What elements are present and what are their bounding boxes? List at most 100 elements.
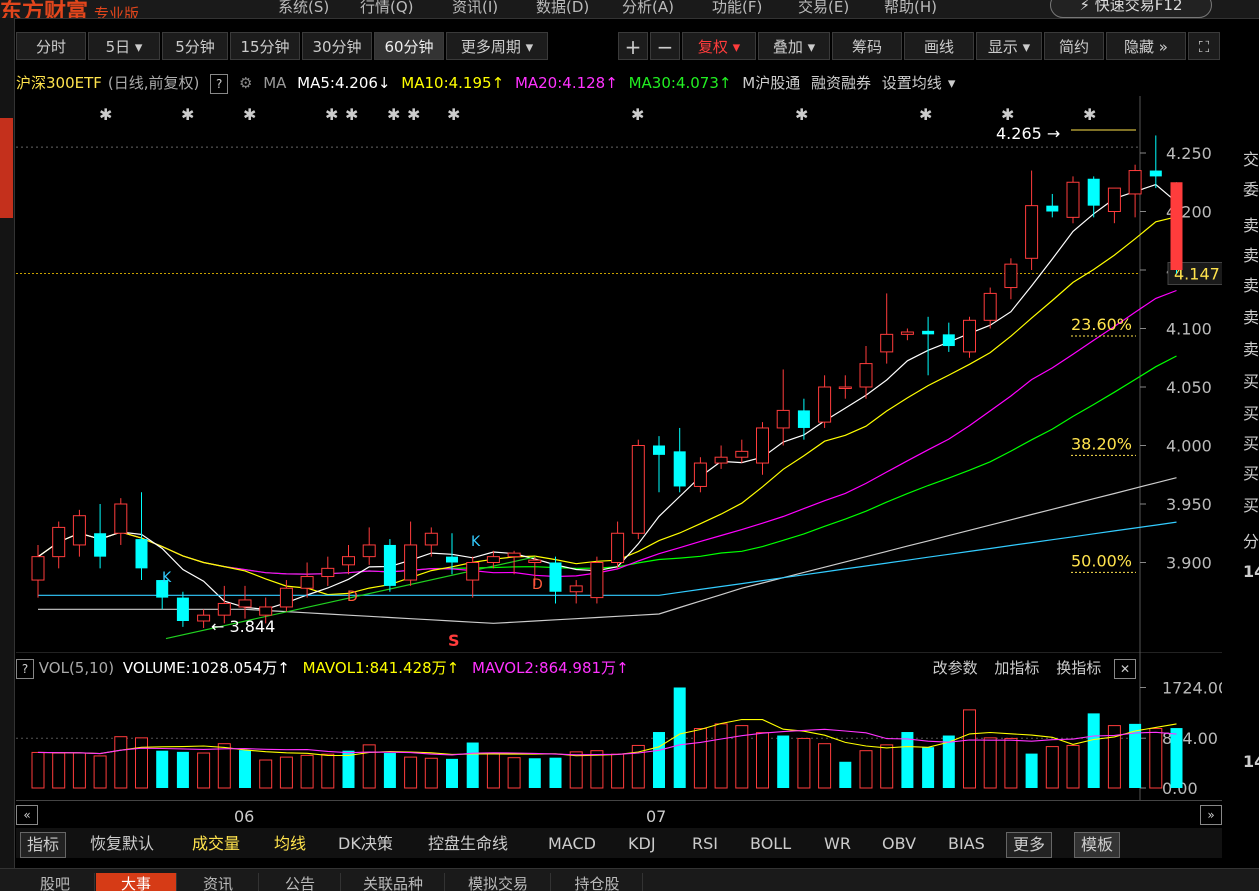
period-60min-button[interactable]: 60分钟 <box>374 32 444 60</box>
change-params-button[interactable]: 改参数 <box>933 659 978 677</box>
tab-news[interactable]: 资讯 <box>178 873 259 891</box>
event-star-icon: ✱ <box>325 105 338 124</box>
menu-analysis[interactable]: 分析(A) <box>622 0 674 17</box>
candle-body <box>735 450 749 458</box>
tab-rsi[interactable]: RSI <box>692 832 718 856</box>
volume-bar <box>156 750 169 788</box>
volume-bar <box>569 751 583 789</box>
ma30-value: MA30:4.073 <box>628 74 719 92</box>
minus-icon: − <box>656 35 674 59</box>
simple-mode-button[interactable]: 简约 <box>1044 32 1104 60</box>
chip-distribution-button[interactable]: 筹码 <box>832 32 902 60</box>
ma30-arrow-icon: ↑ <box>718 74 732 92</box>
set-ma-button[interactable]: 设置均线 <box>882 74 942 92</box>
period-intraday-button[interactable]: 分时 <box>16 32 86 60</box>
event-star-icon: ✱ <box>387 105 400 124</box>
overlay-button[interactable]: 叠加 ▾ <box>758 32 830 60</box>
volume-bar <box>983 737 997 789</box>
security-name: 沪深300ETF <box>16 74 102 92</box>
price-tick-label: 4.050 <box>1166 378 1212 397</box>
period-5day-button[interactable]: 5日 ▾ <box>88 32 160 60</box>
tab-macd[interactable]: MACD <box>548 832 596 856</box>
tab-related[interactable]: 关联品种 <box>342 873 445 891</box>
tab-more[interactable]: 更多 <box>1006 832 1053 858</box>
panel-sell-label: 卖 <box>1243 276 1259 295</box>
menu-quotes[interactable]: 行情(Q) <box>360 0 414 17</box>
zoom-out-button[interactable]: − <box>650 32 680 60</box>
panel-sell-label: 卖 <box>1243 246 1259 265</box>
tab-events[interactable]: 大事 <box>96 873 177 891</box>
scroll-left-button[interactable]: « <box>16 805 38 825</box>
draw-line-button[interactable]: 画线 <box>904 32 974 60</box>
tab-template[interactable]: 模板 <box>1074 832 1121 858</box>
tab-sim-trade[interactable]: 模拟交易 <box>446 873 551 891</box>
more-periods-button[interactable]: 更多周期 ▾ <box>446 32 548 60</box>
candle-body <box>94 533 107 557</box>
margin-trading-link[interactable]: 融资融券 <box>811 74 871 92</box>
period-5min-button[interactable]: 5分钟 <box>162 32 228 60</box>
volume-bar <box>611 753 625 789</box>
plus-icon: + <box>624 35 642 59</box>
candle-body <box>631 445 645 534</box>
add-indicator-button[interactable]: 加指标 <box>994 659 1039 677</box>
panel-label: 委 <box>1243 180 1259 199</box>
quick-trade-button[interactable]: ⚡ 快速交易F12 <box>1050 0 1212 18</box>
menu-help[interactable]: 帮助(H) <box>884 0 937 17</box>
fullscreen-button[interactable]: ⛶ <box>1188 32 1220 60</box>
help-icon[interactable]: ? <box>16 659 34 679</box>
tab-ma[interactable]: 均线 <box>274 832 306 856</box>
left-side-strip <box>0 18 15 890</box>
volume-bar <box>880 744 894 789</box>
period-15min-button[interactable]: 15分钟 <box>230 32 300 60</box>
mavol2-arrow-icon: ↑ <box>616 659 629 677</box>
candle-body <box>590 562 604 599</box>
indicator-tabs: 指标 恢复默认 成交量 均线 DK决策 控盘生命线 MACD KDJ RSI B… <box>16 828 1222 858</box>
display-button[interactable]: 显示 ▾ <box>976 32 1042 60</box>
menu-trade[interactable]: 交易(E) <box>798 0 849 17</box>
candle-body <box>238 599 252 608</box>
tab-indicator[interactable]: 指标 <box>20 832 67 858</box>
stock-connect-link[interactable]: 沪股通 <box>755 74 800 92</box>
tab-announcements[interactable]: 公告 <box>260 873 341 891</box>
adjust-price-button[interactable]: 复权 ▾ <box>682 32 756 60</box>
volume-bar <box>1087 713 1100 788</box>
volume-bar <box>839 761 852 788</box>
tab-guba[interactable]: 股吧 <box>16 873 95 891</box>
tab-control-line[interactable]: 控盘生命线 <box>428 832 508 856</box>
tab-wr[interactable]: WR <box>824 832 851 856</box>
menu-function[interactable]: 功能(F) <box>712 0 762 17</box>
volume-bar <box>31 751 45 789</box>
signal-marker-k: K <box>162 570 172 586</box>
tab-bias[interactable]: BIAS <box>948 832 985 856</box>
volume-bar <box>424 757 438 789</box>
candle-body <box>424 532 438 546</box>
double-chevron-right-icon: » <box>1158 38 1168 56</box>
candle-body <box>197 614 211 622</box>
zoom-in-button[interactable]: + <box>618 32 648 60</box>
tab-holdings[interactable]: 持仓股 <box>552 873 643 891</box>
high-price-label: 4.265 → <box>996 124 1060 143</box>
tab-kdj[interactable]: KDJ <box>628 832 656 856</box>
tab-obv[interactable]: OBV <box>882 832 916 856</box>
scroll-right-button[interactable]: » <box>1200 805 1222 825</box>
close-icon[interactable]: ✕ <box>1114 659 1136 679</box>
candle-body <box>1107 187 1121 212</box>
tab-dk[interactable]: DK决策 <box>338 832 393 856</box>
price-tick-label: 4.100 <box>1166 320 1212 339</box>
menu-news[interactable]: 资讯(I) <box>452 0 498 17</box>
menu-data[interactable]: 数据(D) <box>536 0 589 17</box>
tab-boll[interactable]: BOLL <box>750 832 791 856</box>
candlestick-chart[interactable]: 4.2504.2004.1504.1004.0504.0003.9503.900… <box>16 96 1222 652</box>
candle-body <box>1004 263 1018 289</box>
menu-system[interactable]: 系统(S) <box>278 0 329 17</box>
right-order-panel: 交 委 卖 卖 卖 卖 卖 买 买 买 买 买 分 14 14 <box>1239 140 1259 890</box>
candle-body <box>528 559 542 564</box>
gear-icon[interactable]: ⚙ <box>239 74 252 92</box>
tab-restore-default[interactable]: 恢复默认 <box>90 832 154 856</box>
help-icon[interactable]: ? <box>210 74 229 94</box>
candle-body <box>838 386 852 389</box>
hide-button[interactable]: 隐藏 » <box>1106 32 1186 60</box>
switch-indicator-button[interactable]: 换指标 <box>1056 659 1101 677</box>
tab-volume[interactable]: 成交量 <box>192 832 240 856</box>
period-30min-button[interactable]: 30分钟 <box>302 32 372 60</box>
